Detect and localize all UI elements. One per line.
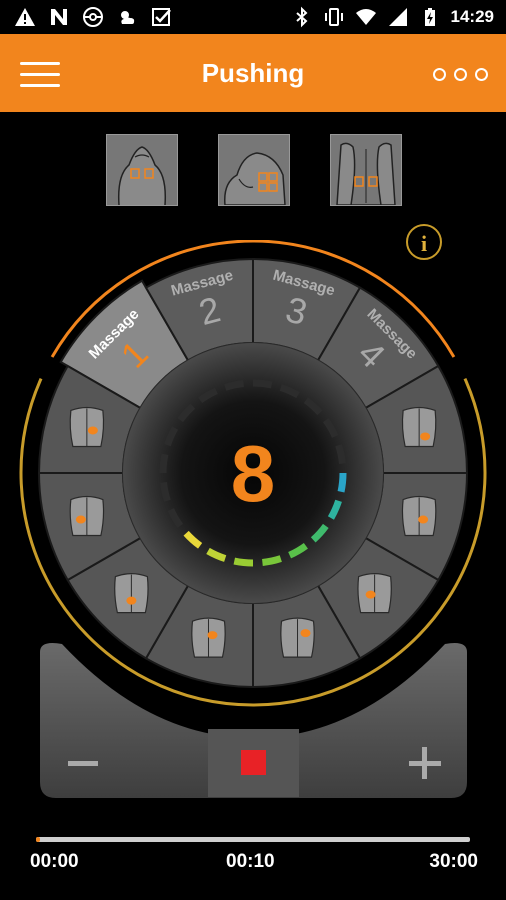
- lower-back-icon: [114, 573, 149, 614]
- intensity-segment: [335, 444, 346, 465]
- lower-leg-icon: [401, 495, 437, 537]
- elapsed-time: 00:00: [30, 851, 79, 872]
- stop-icon: [241, 750, 266, 775]
- bluetooth-icon: [295, 6, 307, 28]
- stop-button[interactable]: [208, 729, 299, 797]
- signal-icon: [388, 8, 407, 26]
- weather-icon: [121, 11, 135, 24]
- feet-icon: [401, 406, 437, 448]
- progress-bar[interactable]: [36, 837, 470, 842]
- n-icon: [51, 9, 67, 25]
- intensity-value: 8: [230, 429, 276, 518]
- clock: 14:29: [450, 7, 494, 26]
- zone-shoulder-button[interactable]: [218, 134, 290, 206]
- abdomen-icon: [336, 142, 396, 206]
- zone-abdomen-button[interactable]: [330, 134, 402, 206]
- progress-fill: [36, 837, 41, 842]
- status-bar: 14:29: [0, 0, 506, 34]
- intensity-segment: [159, 453, 169, 474]
- app-bar: Pushing: [0, 34, 506, 112]
- zone-upper-back-button[interactable]: [106, 134, 178, 206]
- pokeball-icon: [83, 7, 103, 27]
- check-icon: [152, 8, 171, 26]
- chest-icon: [69, 495, 105, 537]
- knee-icon: [357, 573, 392, 614]
- warning-icon: [15, 8, 35, 26]
- intensity-segment: [224, 380, 245, 391]
- intensity-segment: [233, 557, 254, 567]
- thigh-icon: [69, 406, 105, 448]
- battery-icon: [424, 8, 435, 26]
- decrease-intensity-button[interactable]: [40, 729, 202, 797]
- current-time: 00:10: [226, 851, 275, 872]
- intensity-segment: [252, 379, 273, 389]
- total-time: 30:00: [429, 851, 478, 872]
- intensity-segment: [160, 481, 171, 502]
- increase-intensity-button[interactable]: [305, 729, 467, 797]
- more-dots-icon[interactable]: [433, 68, 488, 81]
- intensity-segment: [261, 555, 282, 566]
- shoulder-icon: [224, 152, 286, 206]
- minus-icon: [68, 761, 98, 766]
- upper-back-icon: [117, 146, 167, 206]
- intensity-segment: [337, 472, 347, 493]
- page-title: Pushing: [201, 58, 305, 88]
- wifi-icon: [355, 9, 376, 25]
- vibrate-icon: [324, 8, 343, 26]
